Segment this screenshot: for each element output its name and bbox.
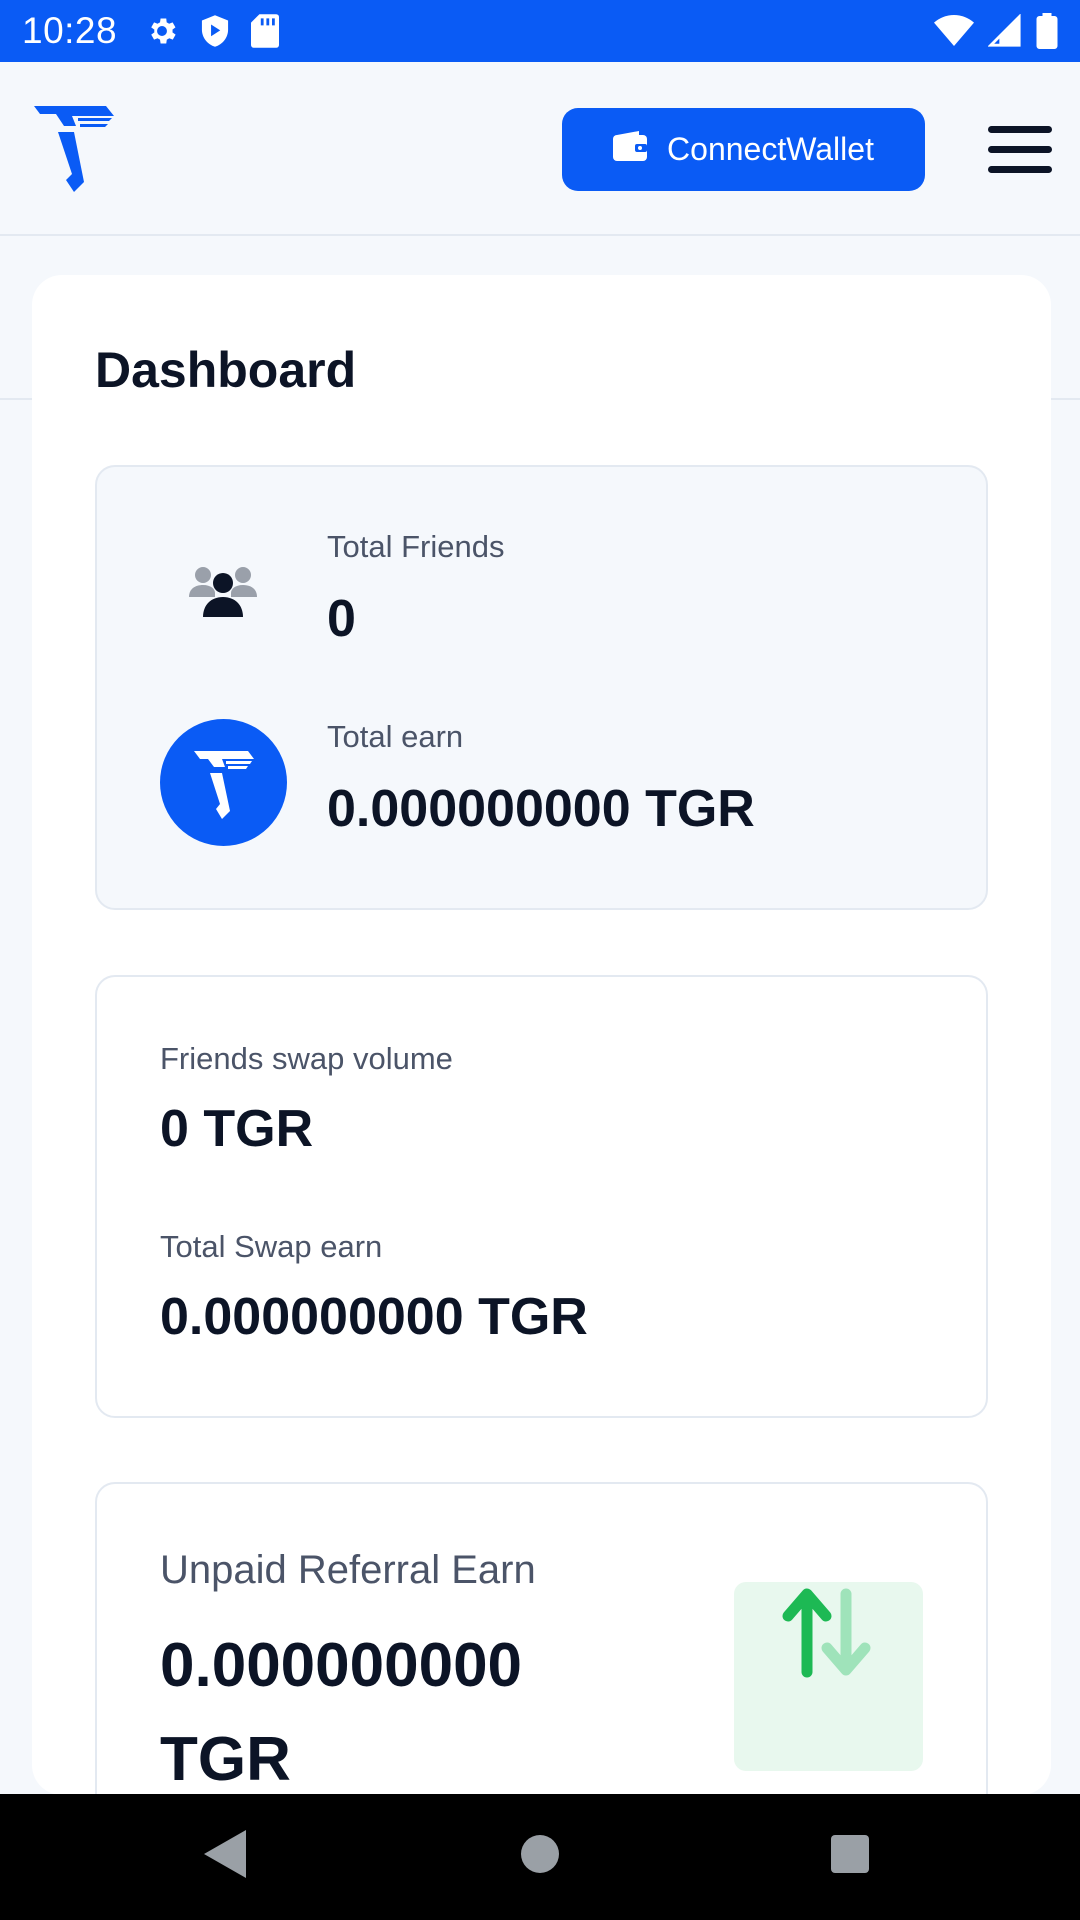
users-icon — [189, 563, 257, 619]
total-friends-value: 0 — [327, 590, 356, 648]
shield-icon — [199, 14, 231, 48]
app-header: ConnectWallet — [0, 62, 1080, 236]
app-screen: 10:28 ConnectWallet Dashboard Total Frie… — [0, 0, 1080, 1920]
swap-box: Friends swap volume 0 TGR Total Swap ear… — [95, 975, 988, 1418]
battery-icon — [1036, 13, 1058, 49]
friends-swap-volume-label: Friends swap volume — [160, 1041, 453, 1076]
status-bar: 10:28 — [0, 0, 1080, 62]
total-swap-earn-label: Total Swap earn — [160, 1229, 383, 1264]
total-swap-earn-value: 0.000000000 TGR — [160, 1288, 588, 1346]
sd-card-icon — [251, 14, 280, 48]
system-nav-bar — [0, 1794, 1080, 1920]
friends-swap-volume-value: 0 TGR — [160, 1100, 314, 1158]
back-icon[interactable] — [204, 1830, 246, 1883]
page-title: Dashboard — [95, 342, 357, 398]
unpaid-referral-earn-value: 0.000000000 — [160, 1631, 523, 1700]
hamburger-menu-icon[interactable] — [988, 126, 1052, 174]
gear-icon — [145, 14, 179, 48]
wifi-icon — [934, 14, 974, 48]
swap-arrows-icon — [782, 1588, 871, 1678]
status-left-icons — [145, 14, 280, 48]
home-icon[interactable] — [520, 1830, 560, 1883]
status-right-icons — [934, 13, 1058, 49]
signal-icon — [988, 14, 1022, 48]
swap-arrows-tile — [734, 1582, 923, 1771]
total-friends-label: Total Friends — [327, 529, 505, 564]
total-earn-value: 0.000000000 TGR — [327, 780, 755, 838]
recents-icon[interactable] — [830, 1830, 870, 1883]
status-time: 10:28 — [22, 10, 118, 51]
tiger-logo[interactable] — [34, 106, 114, 192]
unpaid-referral-earn-label: Unpaid Referral Earn — [160, 1548, 536, 1592]
summary-box: Total Friends 0 Total earn 0.000000000 T… — [95, 465, 988, 910]
tgr-token-icon — [160, 719, 287, 846]
connect-wallet-button[interactable]: ConnectWallet — [562, 108, 925, 191]
dashboard-card: Dashboard Total Friends 0 Total earn 0.0… — [32, 275, 1051, 1822]
referral-box: Unpaid Referral Earn 0.000000000 TGR — [95, 1482, 988, 1822]
connect-wallet-label: ConnectWallet — [667, 131, 874, 167]
total-earn-label: Total earn — [327, 719, 464, 754]
unpaid-referral-earn-unit: TGR — [160, 1725, 291, 1794]
wallet-icon — [613, 130, 648, 169]
